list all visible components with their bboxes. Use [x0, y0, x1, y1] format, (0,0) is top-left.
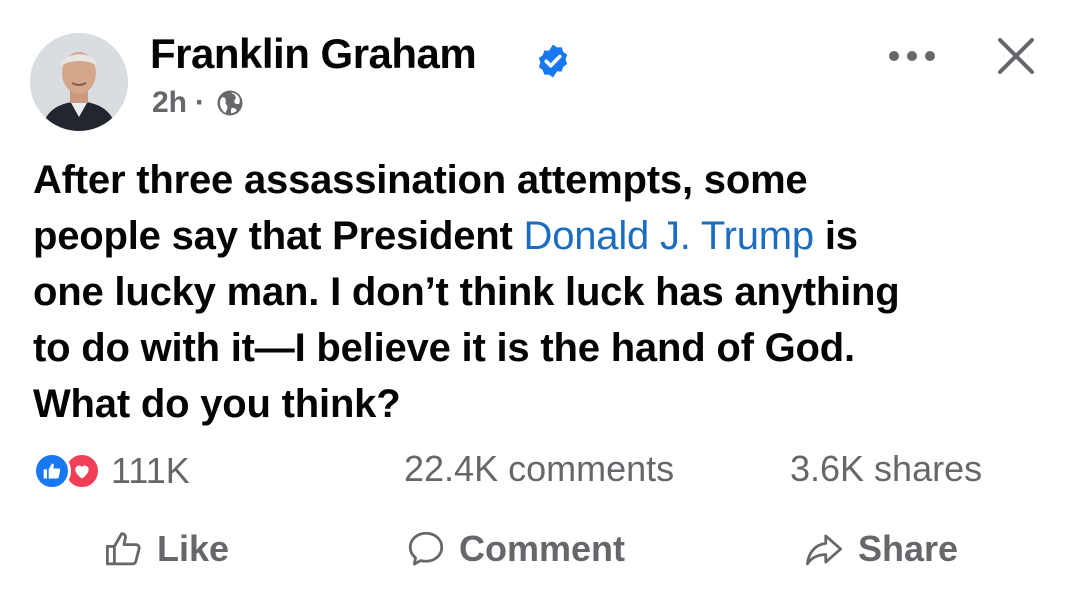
- comment-bubble-icon: [408, 531, 444, 566]
- share-arrow-icon: [805, 534, 843, 566]
- comment-button[interactable]: Comment: [405, 528, 625, 570]
- avatar-photo: [30, 33, 128, 131]
- thumbs-up-icon: [105, 532, 141, 566]
- heart-glyph: [75, 465, 89, 479]
- post-text-segment: is: [813, 214, 858, 258]
- post-card: Franklin Graham 2h · After three assassi…: [0, 0, 1074, 595]
- post-timestamp[interactable]: 2h: [152, 86, 187, 120]
- comment-label: Comment: [459, 528, 626, 569]
- like-button[interactable]: Like: [103, 528, 229, 570]
- comments-count[interactable]: 22.4K comments: [404, 448, 674, 490]
- post-text-segment: people say that President: [33, 214, 524, 258]
- post-meta: 2h ·: [152, 86, 245, 120]
- post-text: After three assassination attempts, some…: [33, 152, 1053, 432]
- reaction-count: 111K: [111, 450, 190, 491]
- post-text-line: people say that President Donald J. Trum…: [33, 208, 1053, 264]
- like-label: Like: [157, 528, 230, 569]
- reactions-summary[interactable]: 111K: [33, 450, 190, 492]
- post-text-line: to do with it—I believe it is the hand o…: [33, 326, 855, 370]
- post-text-line: After three assassination attempts, some: [33, 158, 808, 202]
- share-button[interactable]: Share: [802, 528, 958, 570]
- like-reaction-icon: [33, 452, 71, 490]
- verified-badge-icon: [538, 44, 568, 78]
- post-text-line: one lucky man. I don’t think luck has an…: [33, 270, 900, 314]
- more-options-icon: [889, 51, 935, 61]
- shares-count[interactable]: 3.6K shares: [790, 448, 982, 490]
- share-label: Share: [858, 528, 959, 569]
- close-button[interactable]: [985, 30, 1047, 82]
- post-text-line: What do you think?: [33, 382, 401, 426]
- globe-icon[interactable]: [215, 88, 245, 118]
- author-avatar[interactable]: [30, 33, 128, 131]
- close-icon: [998, 38, 1034, 74]
- more-options-button[interactable]: [880, 36, 944, 76]
- meta-separator: ·: [195, 86, 206, 119]
- thumbs-up-glyph: [43, 463, 61, 479]
- mention-link[interactable]: Donald J. Trump: [524, 214, 815, 258]
- author-name[interactable]: Franklin Graham: [150, 30, 477, 78]
